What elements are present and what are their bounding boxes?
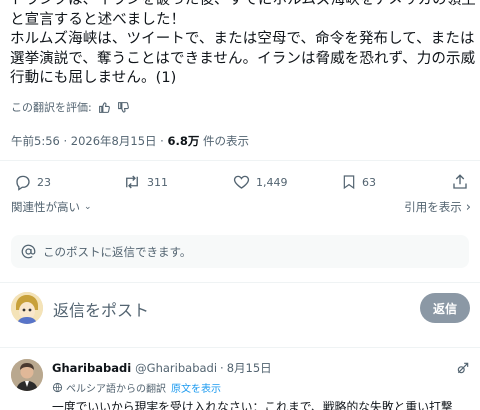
repost-action[interactable]: 311 xyxy=(122,170,168,194)
chevron-down-icon: ⌄ xyxy=(84,202,92,212)
reply-date[interactable]: 8月15日 xyxy=(227,360,272,376)
repost-icon xyxy=(126,175,138,189)
at-sign-icon xyxy=(21,244,36,259)
reply-composer: 返信をポスト 返信 xyxy=(0,286,480,336)
reply-notice-text: このポストに返信できます。 xyxy=(43,244,192,259)
grok-icon[interactable] xyxy=(456,360,470,379)
user-avatar[interactable] xyxy=(11,292,43,324)
heart-icon xyxy=(233,175,250,189)
thumbs-down-icon[interactable] xyxy=(117,101,130,114)
share-icon xyxy=(453,174,467,189)
translation-info: ペルシア語からの翻訳 原文を表示 xyxy=(52,380,221,395)
views-label: 件の表示 xyxy=(199,134,250,148)
reply-author-handle[interactable]: @Gharibabadi xyxy=(135,361,217,375)
reply-action[interactable]: 23 xyxy=(14,170,51,194)
sort-row: 関連性が高い ⌄ 引用を表示 › xyxy=(11,199,471,217)
repost-count: 311 xyxy=(147,175,168,189)
divider xyxy=(0,160,480,161)
share-action[interactable] xyxy=(451,170,469,194)
reply-button[interactable]: 返信 xyxy=(420,293,470,323)
sort-label: 関連性が高い xyxy=(11,200,80,214)
bookmark-icon xyxy=(343,175,355,190)
separator-dot: · xyxy=(220,361,224,375)
reply-author-name[interactable]: Gharibabadi xyxy=(52,361,131,375)
translated-from-label: ペルシア語からの翻訳 xyxy=(66,384,166,395)
reply-icon xyxy=(16,175,30,191)
show-original-link[interactable]: 原文を表示 xyxy=(171,380,221,395)
post-metadata: 午前5:56 · 2026年8月15日 · 6.8万 件の表示 xyxy=(11,133,249,149)
post-actions: 23 311 1,449 63 xyxy=(0,170,480,194)
translation-rating: この翻訳を評価: xyxy=(11,99,130,115)
post-timestamp[interactable]: 午前5:56 · 2026年8月15日 · xyxy=(11,134,167,148)
bookmark-count: 63 xyxy=(362,175,376,189)
reply-header: Gharibabadi @Gharibabadi · 8月15日 xyxy=(52,360,272,376)
post-text: トランプは、イランを破った後、すでにホルムズ海峡をアメリカの領土と宣言すると述べ… xyxy=(10,0,476,86)
like-count: 1,449 xyxy=(256,175,288,189)
reply-author-avatar[interactable] xyxy=(11,359,43,391)
globe-icon xyxy=(52,382,63,393)
divider xyxy=(0,347,480,348)
like-action[interactable]: 1,449 xyxy=(232,170,288,194)
thumbs-up-icon[interactable] xyxy=(98,101,111,114)
reply-input[interactable]: 返信をポスト xyxy=(53,297,149,321)
reply-text: 一度でいいから現実を受け入れなさい：これまで、戦略的な失敗と重い打撃 xyxy=(52,400,453,410)
divider xyxy=(0,282,480,283)
view-quotes-label: 引用を表示 xyxy=(404,200,462,214)
view-quotes-link[interactable]: 引用を表示 › xyxy=(404,199,471,215)
reply-count: 23 xyxy=(37,175,51,189)
reply-post[interactable]: Gharibabadi @Gharibabadi · 8月15日 ペルシア語から… xyxy=(0,351,480,410)
sort-dropdown[interactable]: 関連性が高い ⌄ xyxy=(11,199,92,215)
reply-permission-notice: このポストに返信できます。 xyxy=(11,235,469,268)
rate-translation-label: この翻訳を評価: xyxy=(11,101,92,114)
chevron-right-icon: › xyxy=(465,199,471,215)
bookmark-action[interactable]: 63 xyxy=(341,170,376,194)
views-count: 6.8万 xyxy=(167,134,200,148)
